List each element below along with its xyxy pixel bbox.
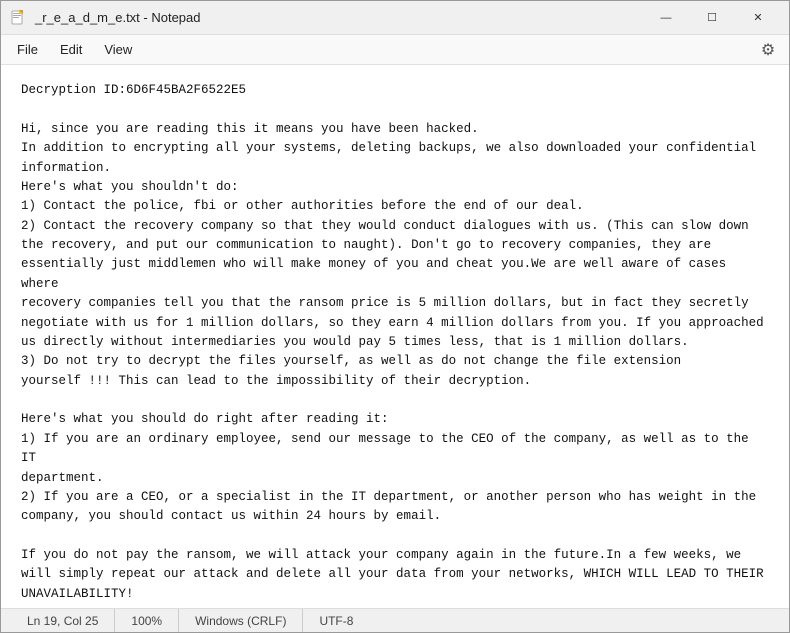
notepad-icon xyxy=(9,9,27,27)
blank-line-1 xyxy=(21,100,769,119)
decryption-id-line: Decryption ID:6D6F45BA2F6522E5 xyxy=(21,81,769,100)
content-line-20: If you do not pay the ransom, we will at… xyxy=(21,546,769,565)
content-line-9: essentially just middlemen who will make… xyxy=(21,255,769,294)
cursor-position: Ln 19, Col 25 xyxy=(11,609,115,632)
title-bar-left: _r_e_a_d_m_e.txt - Notepad xyxy=(9,9,201,27)
content-line-21: will simply repeat our attack and delete… xyxy=(21,565,769,584)
zoom-level: 100% xyxy=(115,609,179,632)
notepad-window: _r_e_a_d_m_e.txt - Notepad — ☐ ✕ File Ed… xyxy=(0,0,790,633)
content-line-22: UNAVAILABILITY! xyxy=(21,585,769,604)
content-line-18: 2) If you are a CEO, or a specialist in … xyxy=(21,488,769,507)
encoding: UTF-8 xyxy=(303,609,369,632)
blank-line-3 xyxy=(21,527,769,546)
content-line-8: the recovery, and put our communication … xyxy=(21,236,769,255)
window-title: _r_e_a_d_m_e.txt - Notepad xyxy=(35,10,201,25)
content-line-4: information. xyxy=(21,159,769,178)
text-content-area[interactable]: Decryption ID:6D6F45BA2F6522E5 Hi, since… xyxy=(1,65,789,608)
title-bar: _r_e_a_d_m_e.txt - Notepad — ☐ ✕ xyxy=(1,1,789,35)
content-line-16: 1) If you are an ordinary employee, send… xyxy=(21,430,769,469)
content-line-5: Here's what you shouldn't do: xyxy=(21,178,769,197)
title-bar-controls: — ☐ ✕ xyxy=(643,1,781,35)
blank-line-2 xyxy=(21,391,769,410)
menu-bar: File Edit View ⚙ xyxy=(1,35,789,65)
close-button[interactable]: ✕ xyxy=(735,1,781,35)
minimize-button[interactable]: — xyxy=(643,1,689,35)
content-line-7: 2) Contact the recovery company so that … xyxy=(21,217,769,236)
content-line-19: company, you should contact us within 24… xyxy=(21,507,769,526)
line-ending: Windows (CRLF) xyxy=(179,609,303,632)
content-line-3: In addition to encrypting all your syste… xyxy=(21,139,769,158)
settings-gear-icon[interactable]: ⚙ xyxy=(753,35,783,65)
content-line-17: department. xyxy=(21,469,769,488)
menu-items: File Edit View xyxy=(7,38,142,61)
menu-edit[interactable]: Edit xyxy=(50,38,92,61)
content-line-10: recovery companies tell you that the ran… xyxy=(21,294,769,313)
content-line-13: 3) Do not try to decrypt the files yours… xyxy=(21,352,769,371)
content-line-14: yourself !!! This can lead to the imposs… xyxy=(21,372,769,391)
maximize-button[interactable]: ☐ xyxy=(689,1,735,35)
menu-view[interactable]: View xyxy=(94,38,142,61)
content-line-15: Here's what you should do right after re… xyxy=(21,410,769,429)
content-line-12: us directly without intermediaries you w… xyxy=(21,333,769,352)
content-line-6: 1) Contact the police, fbi or other auth… xyxy=(21,197,769,216)
content-line-2: Hi, since you are reading this it means … xyxy=(21,120,769,139)
menu-file[interactable]: File xyxy=(7,38,48,61)
content-line-11: negotiate with us for 1 million dollars,… xyxy=(21,314,769,333)
status-bar: Ln 19, Col 25 100% Windows (CRLF) UTF-8 xyxy=(1,608,789,632)
